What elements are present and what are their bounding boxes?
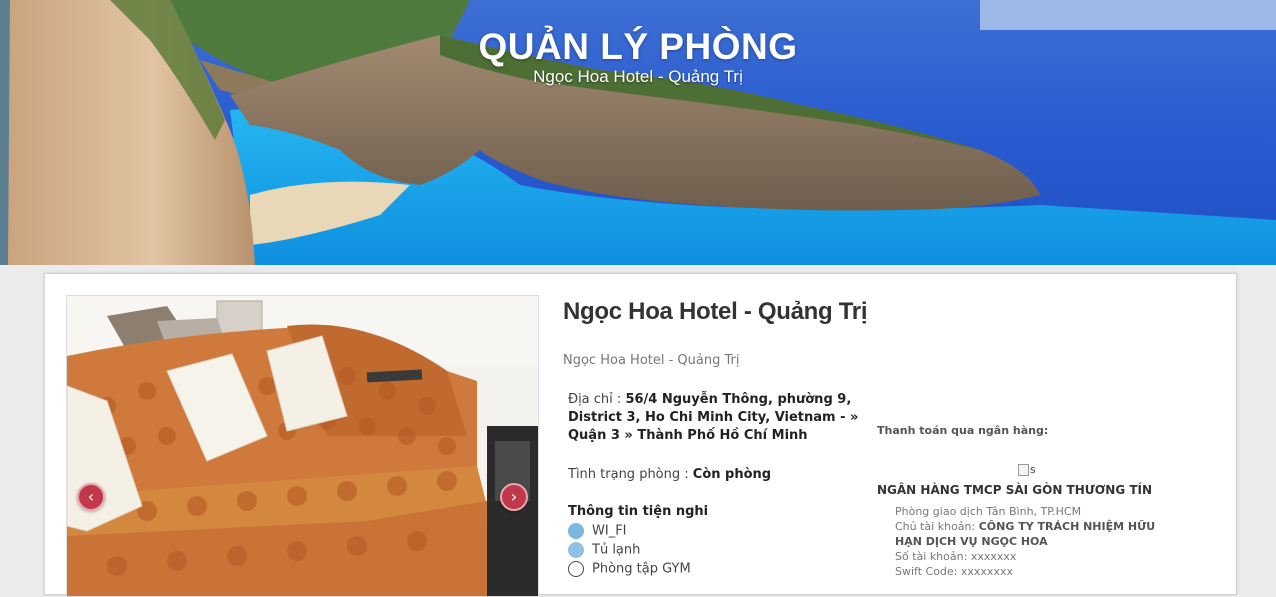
holder-label: Chủ tài khoản: xyxy=(895,520,979,533)
wifi-icon xyxy=(568,523,584,539)
hotel-name-heading: Ngọc Hoa Hotel - Quảng Trị xyxy=(563,298,868,325)
status-label: Tình trạng phòng : xyxy=(568,467,693,482)
amenity-item-wifi: WI_FI xyxy=(568,523,627,539)
bank-name: NGÂN HÀNG TMCP SÀI GÒN THƯƠNG TÍN xyxy=(877,483,1153,497)
page-subtitle: Ngọc Hoa Hotel - Quảng Trị xyxy=(533,67,743,86)
bank-logo-alt: s xyxy=(1030,463,1036,476)
hotel-address: Địa chỉ : 56/4 Nguyễn Thông, phường 9, D… xyxy=(568,391,868,445)
chevron-right-icon: › xyxy=(510,487,518,506)
swift-label: Swift Code: xyxy=(895,565,961,578)
carousel-next-button[interactable]: › xyxy=(500,483,528,511)
bank-account-holder: Chủ tài khoản: CÔNG TY TRÁCH NHIỆM HỮU H… xyxy=(895,519,1170,549)
room-photo xyxy=(67,296,538,596)
hero-banner: QUẢN LÝ PHÒNG Ngọc Hoa Hotel - Quảng Trị xyxy=(0,0,1276,265)
room-image-carousel[interactable]: ‹ › xyxy=(66,295,539,597)
amenity-item-fridge: Tủ lạnh xyxy=(568,542,640,558)
chevron-left-icon: ‹ xyxy=(87,487,95,506)
fridge-icon xyxy=(568,542,584,558)
gym-icon xyxy=(568,561,584,577)
bank-swift-code: Swift Code: xxxxxxxx xyxy=(895,564,1170,579)
status-value: Còn phòng xyxy=(692,467,772,482)
amenity-label: Phòng tập GYM xyxy=(592,561,691,577)
bank-branch: Phòng giao dịch Tân Bình, TP.HCM xyxy=(895,505,1082,518)
page-title: QUẢN LÝ PHÒNG xyxy=(478,26,798,67)
account-value: xxxxxxx xyxy=(970,550,1017,563)
hotel-name-subtext: Ngọc Hoa Hotel - Quảng Trị xyxy=(563,353,740,368)
bank-payment-label: Thanh toán qua ngân hàng: xyxy=(877,424,1049,437)
room-status: Tình trạng phòng : Còn phòng xyxy=(568,466,868,484)
bank-account-number: Số tài khoản: xxxxxxx xyxy=(895,549,1170,564)
account-label: Số tài khoản: xyxy=(895,550,971,563)
amenity-label: Tủ lạnh xyxy=(592,542,641,558)
carousel-prev-button[interactable]: ‹ xyxy=(77,483,105,511)
address-label: Địa chỉ : xyxy=(568,392,626,407)
room-detail-card: ‹ › Ngọc Hoa Hotel - Quảng Trị Ngọc Hoa … xyxy=(44,273,1237,597)
amenities-title: Thông tin tiện nghi xyxy=(568,504,709,519)
amenity-label: WI_FI xyxy=(592,523,627,539)
amenity-item-gym: Phòng tập GYM xyxy=(568,561,691,577)
broken-image-icon xyxy=(1018,464,1029,476)
swift-value: xxxxxxxx xyxy=(960,565,1013,578)
bank-logo-image: s xyxy=(1018,463,1036,476)
